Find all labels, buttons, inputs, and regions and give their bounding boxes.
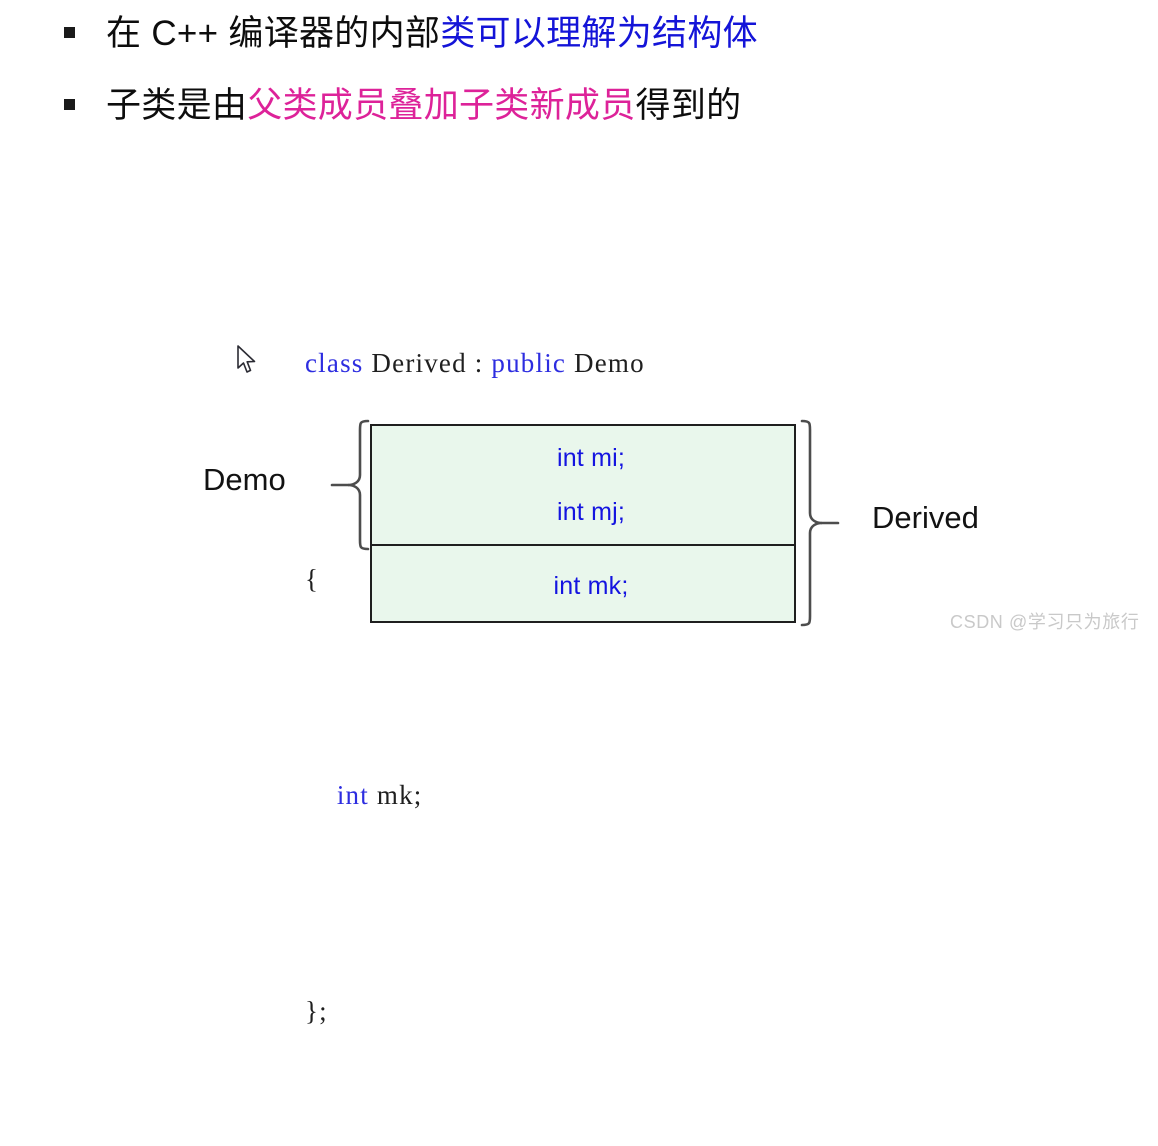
code-text-base-demo: Demo [566, 348, 645, 378]
code-keyword-public: public [491, 348, 567, 378]
bullet-2-segment-plain-tail: 得到的 [635, 86, 742, 125]
mouse-pointer-icon [237, 345, 256, 373]
member-field-mj: int mj; [556, 498, 626, 526]
code-brace-close: }; [305, 996, 328, 1026]
code-text-member-mk: mk; [368, 780, 423, 810]
memory-section-base: int mi; int mj; [372, 426, 794, 546]
code-line-4: }; [305, 984, 645, 1038]
csdn-watermark: CSDN @学习只为旅行 [950, 612, 1140, 632]
member-field-mi: int mi; [556, 444, 626, 472]
code-line-3: int mk; [305, 768, 645, 822]
bullet-item-1-text: 在 C++ 编译器的内部类可以理解为结构体 [106, 12, 758, 56]
member-field-mk: int mk; [553, 571, 629, 600]
bullet-item-1: 在 C++ 编译器的内部类可以理解为结构体 [64, 12, 758, 56]
code-snippet: class Derived : public Demo { int mk; }; [305, 174, 645, 1146]
code-brace-open: { [305, 564, 320, 594]
bullet-1-segment-plain: 在 C++ 编译器的内部 [106, 14, 441, 53]
code-keyword-class: class [305, 348, 364, 378]
bullet-item-2: 子类是由父类成员叠加子类新成员得到的 [64, 84, 741, 128]
square-bullet-icon [64, 27, 75, 38]
bullet-1-segment-blue: 类可以理解为结构体 [440, 14, 758, 53]
diagram-label-derived: Derived [872, 500, 979, 535]
object-memory-box: int mi; int mj; int mk; [370, 424, 796, 623]
bullet-item-2-text: 子类是由父类成员叠加子类新成员得到的 [106, 84, 741, 128]
code-line-1: class Derived : public Demo [305, 336, 645, 390]
right-curly-brace-icon [800, 419, 840, 627]
code-keyword-int: int [336, 780, 369, 810]
bullet-2-segment-plain-lead: 子类是由 [106, 86, 248, 125]
diagram-label-demo: Demo [203, 462, 286, 497]
square-bullet-icon [64, 99, 75, 110]
bullet-2-segment-pink: 父类成员叠加子类新成员 [247, 86, 636, 125]
code-text-derived-decl: Derived : [363, 348, 492, 378]
left-curly-brace-icon [330, 419, 370, 551]
memory-section-derived: int mk; [372, 546, 794, 625]
